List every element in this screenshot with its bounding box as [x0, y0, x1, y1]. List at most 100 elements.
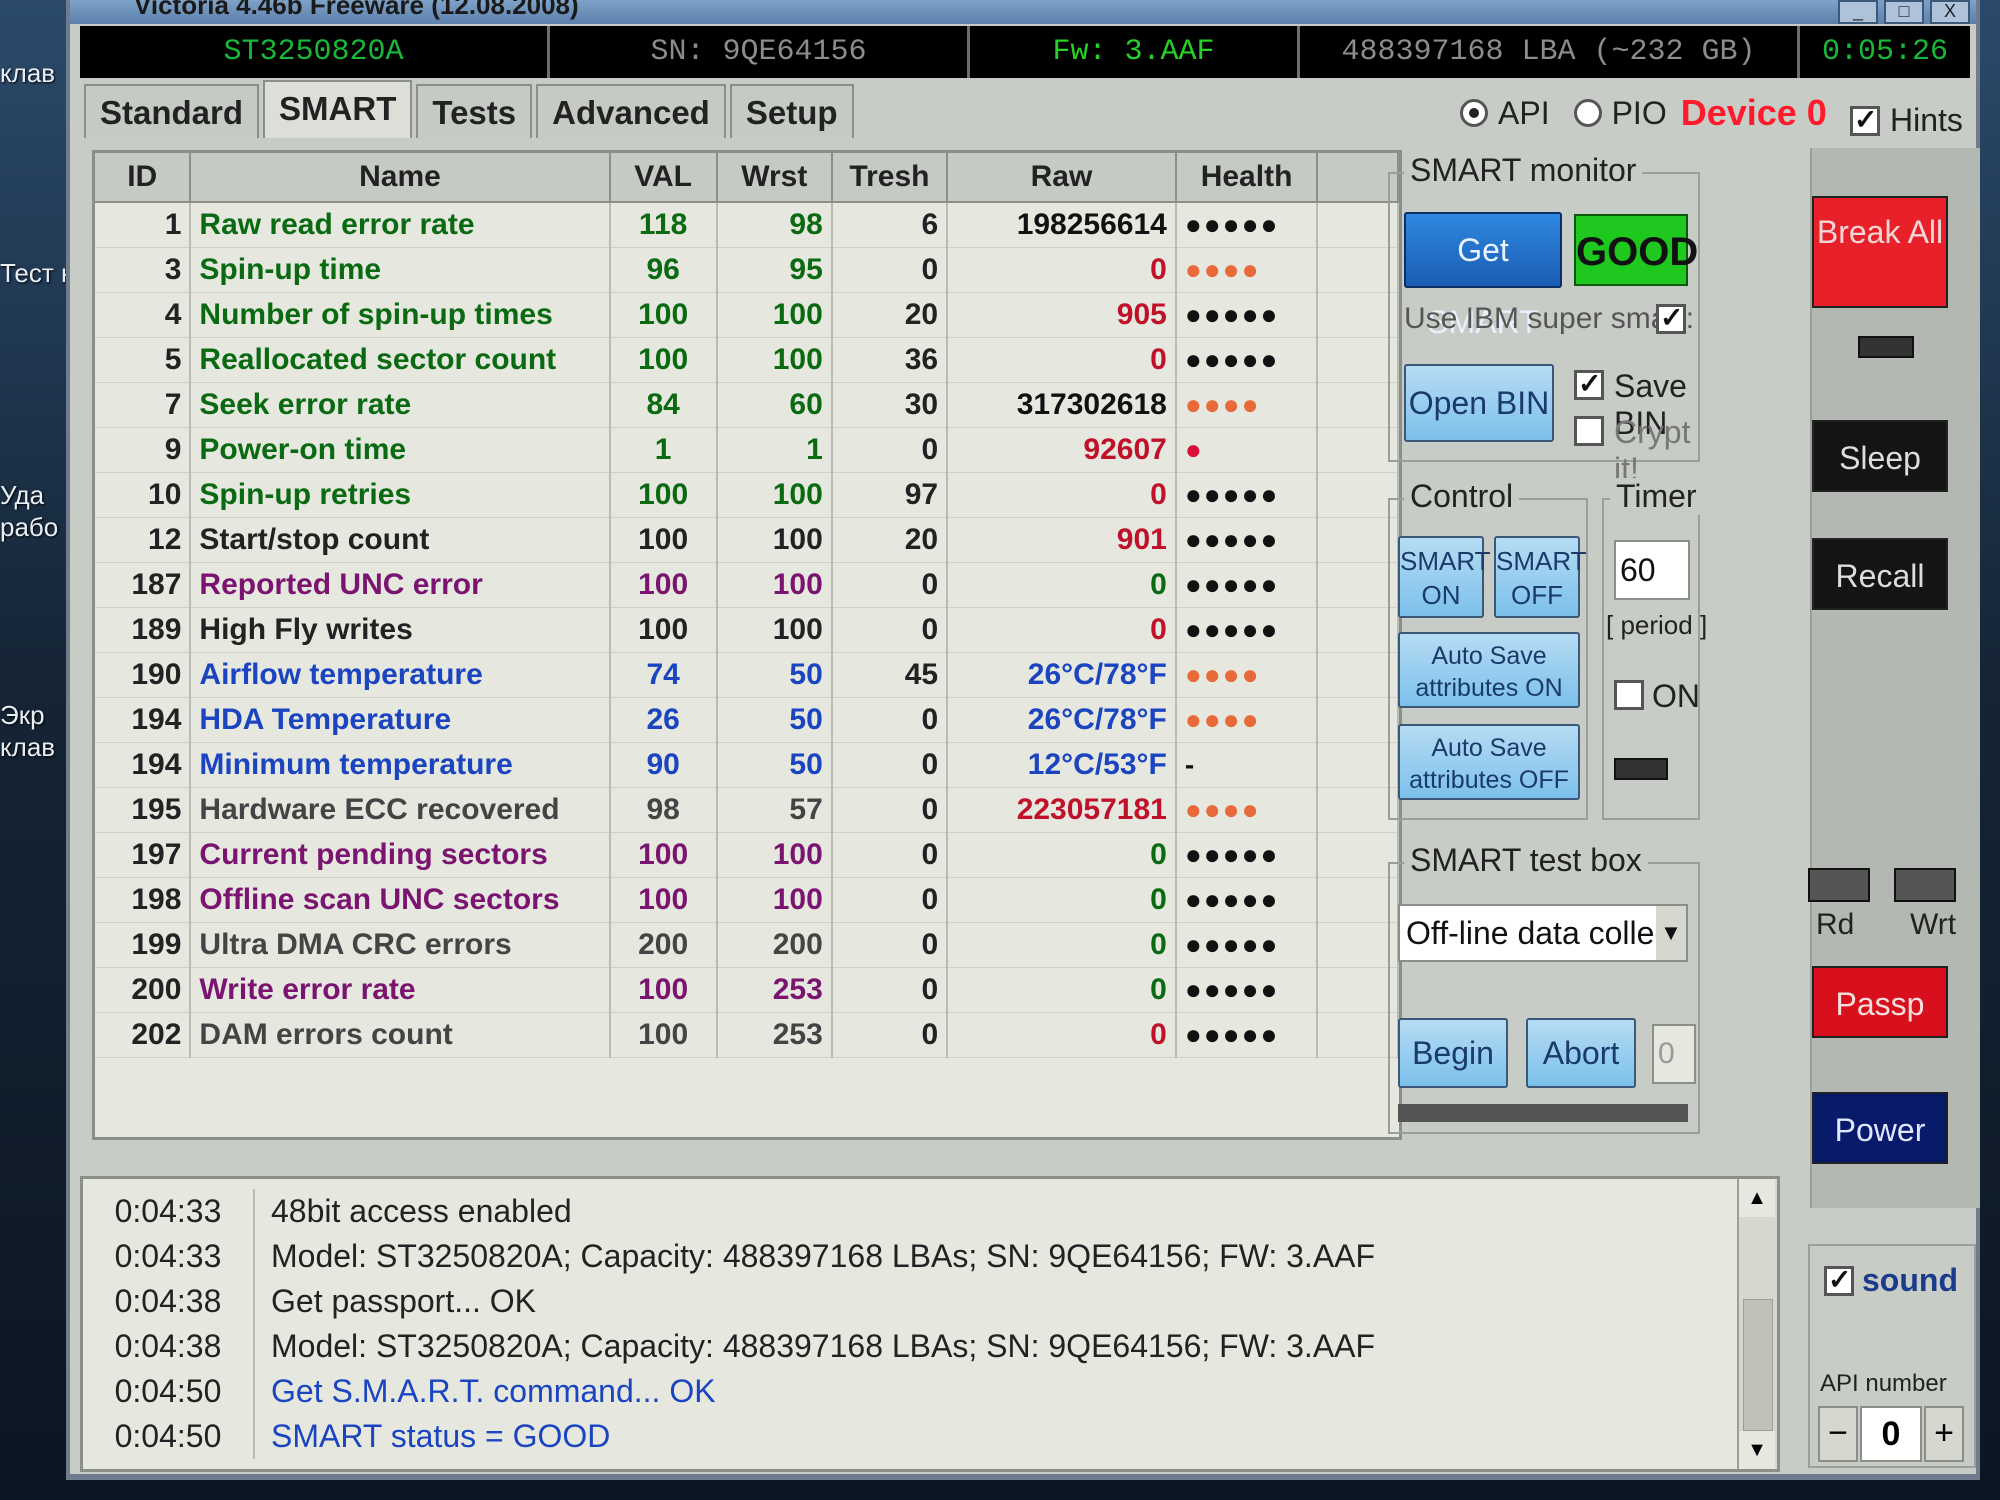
sleep-button[interactable]: Sleep: [1812, 420, 1948, 492]
tab-smart[interactable]: SMART: [263, 80, 413, 138]
attribute-health: -: [1175, 742, 1319, 788]
begin-button[interactable]: Begin: [1398, 1018, 1508, 1088]
auto-save-off-button[interactable]: Auto Save attributes OFF: [1398, 724, 1580, 800]
table-row[interactable]: 4 Number of spin-up times 100 100 20 905 ●●●●●: [95, 292, 1399, 338]
table-row[interactable]: 194 HDA Temperature 26 50 0 26°C/78°F ●●●●: [95, 697, 1399, 743]
test-progress-input[interactable]: 0: [1652, 1024, 1696, 1084]
column-header-health[interactable]: Health: [1175, 153, 1319, 203]
table-row[interactable]: 194 Minimum temperature 90 50 0 12°C/53°F -: [95, 742, 1399, 788]
smart-on-button[interactable]: SMART ON: [1398, 536, 1491, 618]
attribute-worst: 50: [716, 652, 833, 698]
table-row[interactable]: 198 Offline scan UNC sectors 100 100 0 0 ●●●●●: [95, 877, 1399, 923]
table-row[interactable]: 7 Seek error rate 84 60 30 317302618 ●●●●: [95, 382, 1399, 428]
desktop-label: Экр: [0, 700, 45, 730]
auto-save-on-button[interactable]: Auto Save attributes ON: [1398, 632, 1580, 708]
attribute-name: Current pending sectors: [190, 832, 611, 878]
table-row[interactable]: 195 Hardware ECC recovered 98 57 0 223057181 ●…: [95, 787, 1399, 833]
pio-label: PIO: [1611, 94, 1667, 131]
log-message: Model: ST3250820A; Capacity: 488397168 L…: [271, 1328, 1376, 1364]
passport-button[interactable]: Passp: [1812, 966, 1948, 1038]
table-row[interactable]: 12 Start/stop count 100 100 20 901 ●●●●●: [95, 517, 1399, 563]
blank-cell: [1317, 427, 1399, 473]
blank-cell: [1317, 562, 1399, 608]
attribute-threshold: 0: [831, 742, 949, 788]
wrt-label: Wrt: [1910, 908, 1957, 941]
tab-setup[interactable]: Setup: [729, 84, 854, 138]
event-log[interactable]: 0:04:33 48bit access enabled 0:04:33 Model:…: [80, 1176, 1780, 1472]
rd-indicator: [1808, 868, 1870, 902]
attribute-health: ●●●●●: [1175, 562, 1319, 608]
attribute-worst: 100: [716, 832, 833, 878]
sound-checkbox[interactable]: [1824, 1263, 1854, 1296]
column-header-name[interactable]: Name: [190, 153, 611, 203]
maximize-button[interactable]: □: [1884, 0, 1924, 24]
crypt-checkbox[interactable]: [1574, 416, 1604, 446]
column-header-wrst[interactable]: Wrst: [716, 153, 833, 203]
attribute-raw: 0: [947, 922, 1177, 968]
log-time: 0:04:33: [83, 1234, 255, 1279]
table-row[interactable]: 197 Current pending sectors 100 100 0 0 ●●●●●: [95, 832, 1399, 878]
break-all-button[interactable]: Break All: [1812, 196, 1948, 308]
table-row[interactable]: 187 Reported UNC error 100 100 0 0 ●●●●●: [95, 562, 1399, 608]
title-bar[interactable]: Victoria 4.46b Freeware (12.08.2008) _ □…: [70, 0, 1976, 24]
log-scrollbar[interactable]: ▲ ▼: [1737, 1179, 1777, 1469]
blank-cell: [1317, 967, 1399, 1013]
tab-standard[interactable]: Standard: [84, 84, 260, 138]
attribute-id: 7: [95, 382, 192, 428]
api-radio[interactable]: [1460, 99, 1488, 127]
table-row[interactable]: 189 High Fly writes 100 100 0 0 ●●●●●: [95, 607, 1399, 653]
table-row[interactable]: 5 Reallocated sector count 100 100 36 0 ●●●●●: [95, 337, 1399, 383]
table-row[interactable]: 10 Spin-up retries 100 100 97 0 ●●●●●: [95, 472, 1399, 518]
table-row[interactable]: 200 Write error rate 100 253 0 0 ●●●●●: [95, 967, 1399, 1013]
column-header-raw[interactable]: Raw: [947, 153, 1177, 203]
abort-button[interactable]: Abort: [1526, 1018, 1636, 1088]
column-header-val[interactable]: VAL: [609, 153, 718, 203]
table-row[interactable]: 1 Raw read error rate 118 98 6 198256614 ●●●●●: [95, 202, 1399, 248]
close-button[interactable]: X: [1930, 0, 1970, 24]
attribute-worst: 100: [716, 877, 833, 923]
ibm-super-smart-checkbox[interactable]: [1656, 301, 1686, 334]
device-label: Device 0: [1680, 92, 1827, 133]
table-row[interactable]: 190 Airflow temperature 74 50 45 26°C/78°F ●●●…: [95, 652, 1399, 698]
table-row[interactable]: 199 Ultra DMA CRC errors 200 200 0 0 ●●●●●: [95, 922, 1399, 968]
attribute-worst: 50: [716, 697, 833, 743]
column-header-id[interactable]: ID: [95, 153, 192, 203]
save-bin-checkbox[interactable]: [1574, 367, 1604, 400]
api-decrement-button[interactable]: −: [1818, 1406, 1858, 1462]
scroll-down-icon[interactable]: ▼: [1739, 1431, 1775, 1469]
attribute-raw: 0: [947, 562, 1177, 608]
api-number-input[interactable]: 0: [1860, 1406, 1922, 1462]
tab-tests[interactable]: Tests: [416, 84, 533, 138]
column-header-tresh[interactable]: Tresh: [831, 153, 949, 203]
scroll-up-icon[interactable]: ▲: [1739, 1179, 1775, 1217]
scroll-thumb[interactable]: [1743, 1299, 1773, 1431]
smart-off-button[interactable]: SMART OFF: [1494, 536, 1587, 618]
test-type-dropdown[interactable]: Off-line data collect ▼: [1398, 904, 1688, 962]
attribute-raw: 0: [947, 607, 1177, 653]
timer-period-label: [ period ]: [1606, 610, 1708, 640]
api-increment-button[interactable]: +: [1924, 1406, 1964, 1462]
get-smart-button[interactable]: Get SMART: [1404, 212, 1562, 340]
attribute-id: 4: [95, 292, 192, 338]
pio-radio[interactable]: [1573, 99, 1602, 127]
blank-cell: [1317, 697, 1399, 743]
smart-attributes-table[interactable]: ID Name VAL Wrst Tresh Raw Health 1 Raw r…: [92, 150, 1402, 1140]
chevron-down-icon[interactable]: ▼: [1656, 906, 1686, 960]
table-row[interactable]: 3 Spin-up time 96 95 0 0 ●●●●: [95, 247, 1399, 293]
minimize-button[interactable]: _: [1838, 0, 1878, 24]
victoria-window: Victoria 4.46b Freeware (12.08.2008) _ □…: [66, 0, 1980, 1480]
timer-period-input[interactable]: 60: [1614, 540, 1690, 600]
timer-on-checkbox[interactable]: [1614, 680, 1644, 710]
attribute-value: 26: [609, 697, 718, 743]
recall-button[interactable]: Recall: [1812, 538, 1948, 610]
attribute-name: DAM errors count: [190, 1012, 611, 1058]
hints-checkbox[interactable]: [1850, 103, 1880, 136]
tab-advanced[interactable]: Advanced: [536, 84, 726, 138]
blank-cell: [1317, 202, 1399, 248]
open-bin-button[interactable]: Open BIN: [1404, 364, 1554, 442]
hints-toggle[interactable]: Hints: [1850, 102, 1963, 139]
power-button[interactable]: Power: [1812, 1092, 1948, 1164]
table-row[interactable]: 202 DAM errors count 100 253 0 0 ●●●●●: [95, 1012, 1399, 1058]
table-row[interactable]: 9 Power-on time 1 1 0 92607 ●: [95, 427, 1399, 473]
attribute-health: ●●●●●: [1175, 472, 1319, 518]
